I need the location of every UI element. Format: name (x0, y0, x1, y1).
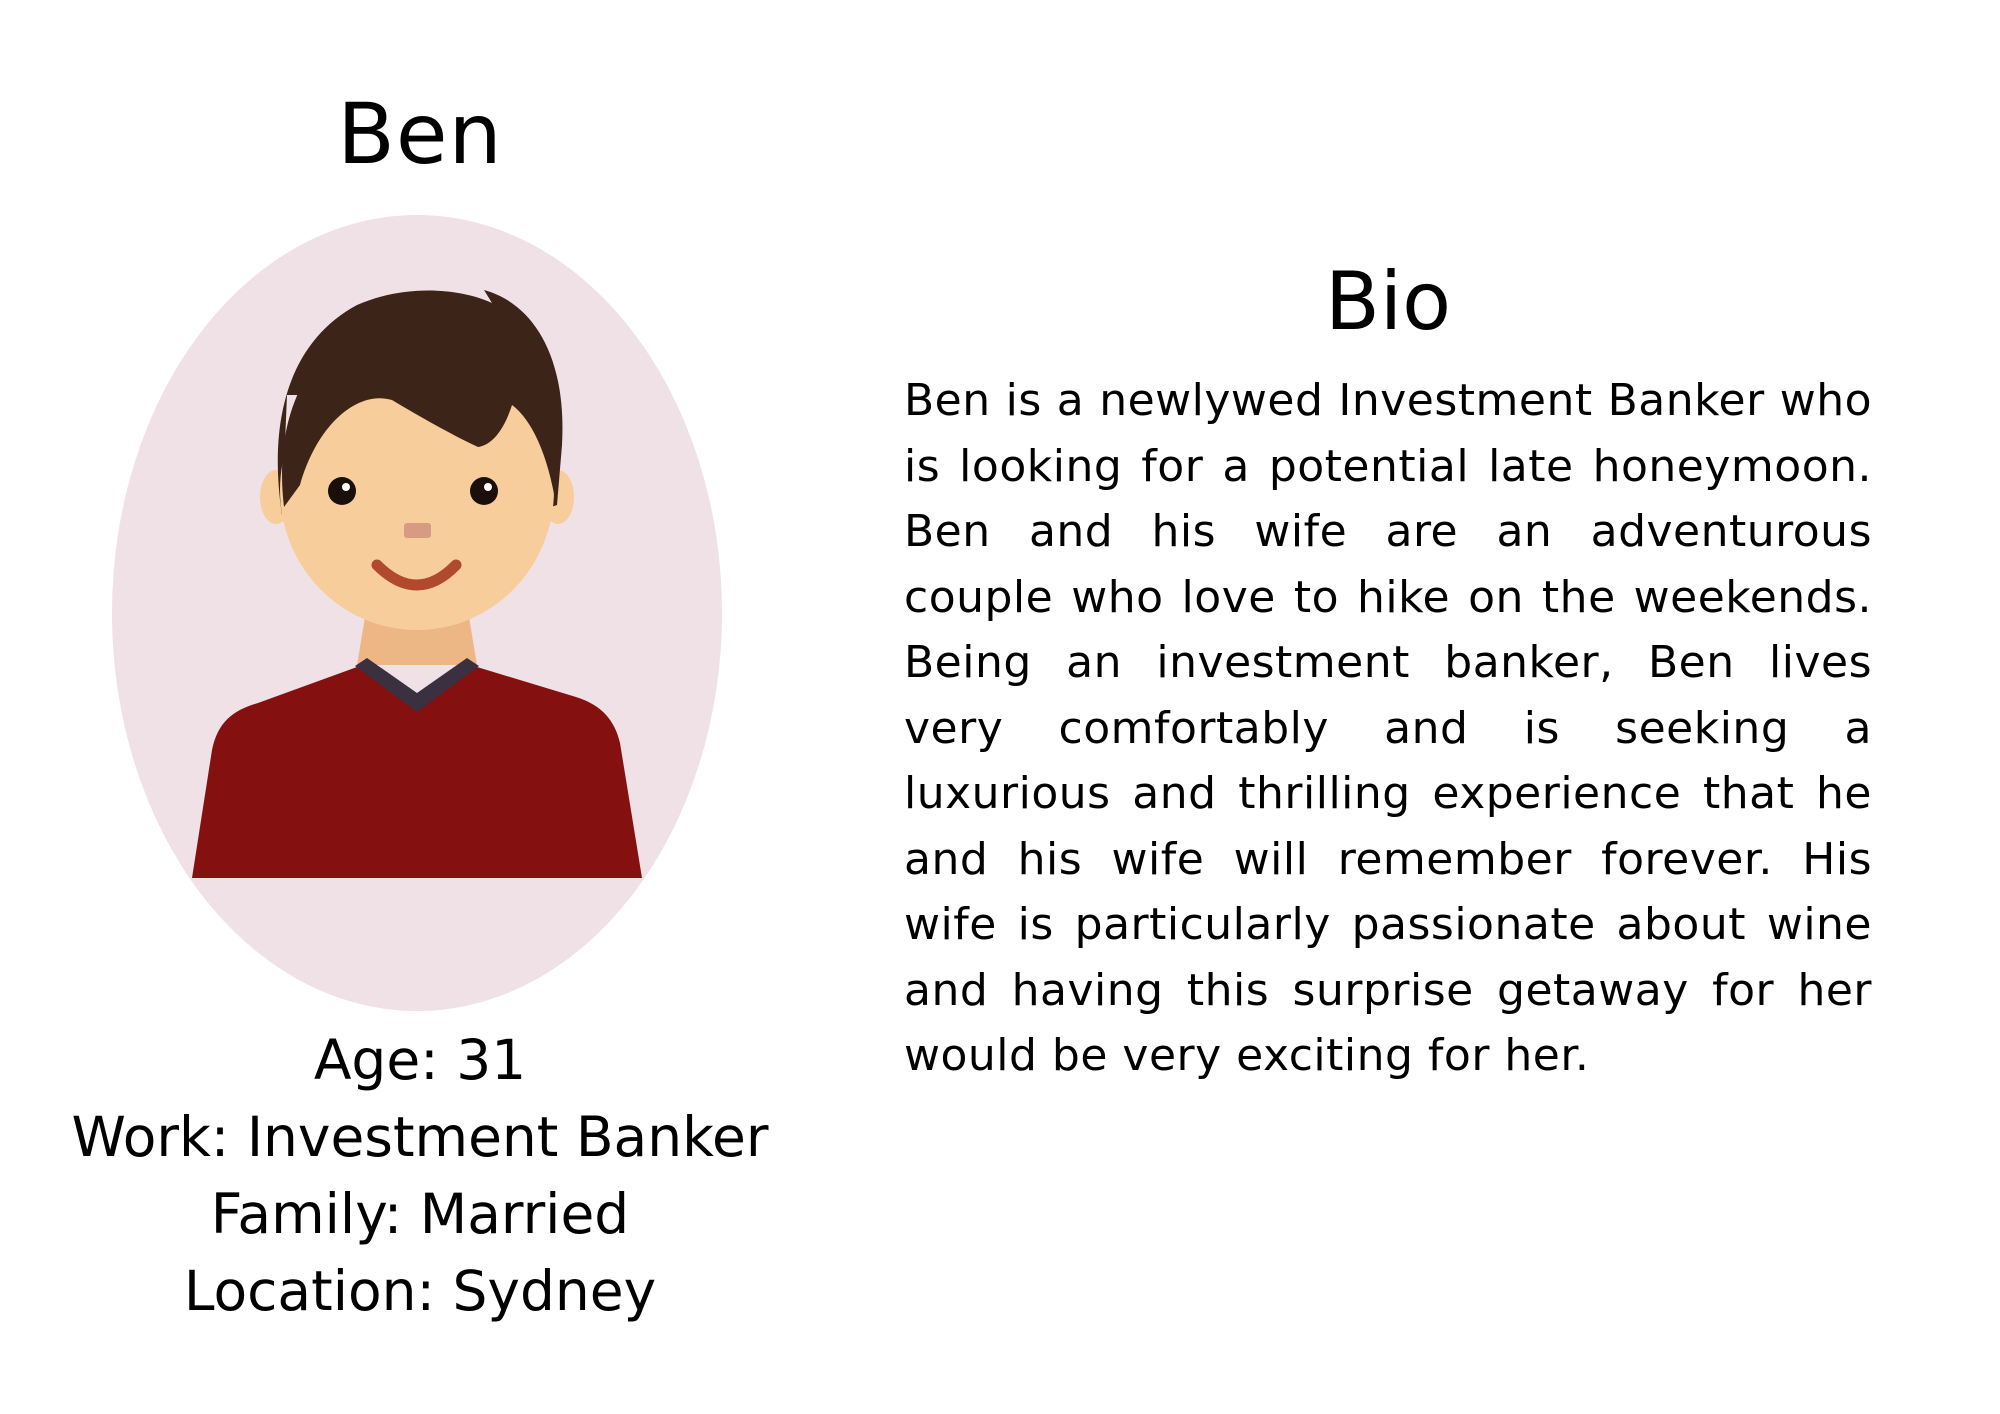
age-detail: Age: 31 (313, 1028, 527, 1092)
left-eye (328, 477, 356, 505)
nose (404, 523, 431, 538)
avatar-illustration (112, 215, 722, 1011)
bio-heading: Bio (1324, 255, 1452, 348)
persona-details: Age: 31 Work: Investment Banker Family: … (20, 1022, 820, 1330)
location-detail: Location: Sydney (183, 1259, 657, 1323)
persona-name: Ben (337, 85, 503, 183)
family-detail: Family: Married (210, 1182, 630, 1246)
bio-text: Ben is a newlywed Investment Banker who … (904, 375, 1872, 1081)
work-detail: Work: Investment Banker (71, 1105, 769, 1169)
right-eye (470, 477, 498, 505)
